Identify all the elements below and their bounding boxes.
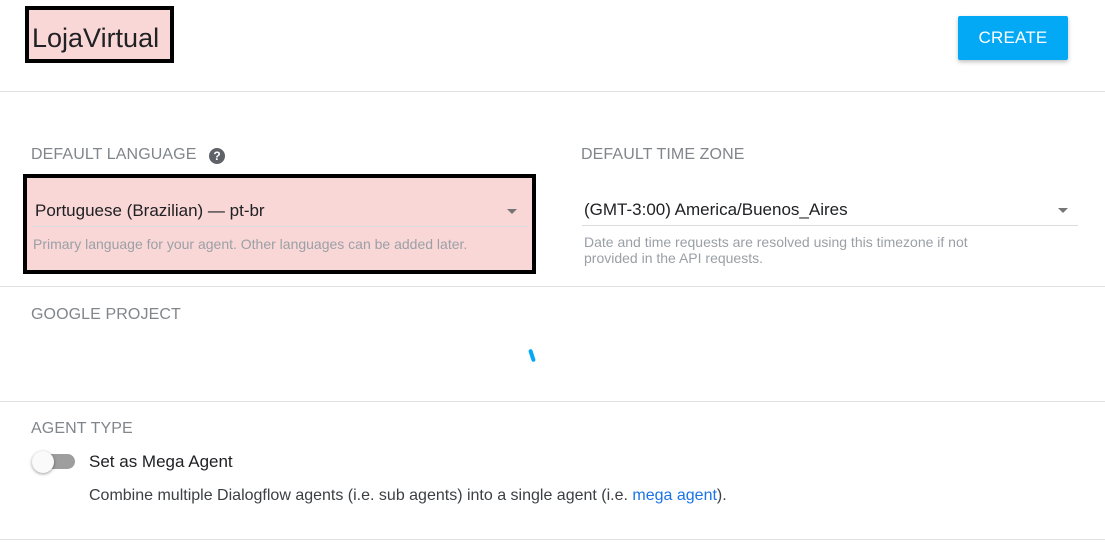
default-time-zone-hint-line1: Date and time requests are resolved usin… xyxy=(584,234,968,250)
description-prefix: Combine multiple Dialogflow agents (i.e.… xyxy=(89,487,633,504)
default-time-zone-label: DEFAULT TIME ZONE xyxy=(581,146,745,163)
google-project-label: GOOGLE PROJECT xyxy=(31,306,181,323)
default-time-zone-select[interactable]: (GMT-3:00) America/Buenos_Aires xyxy=(582,195,1078,226)
default-language-hint: Primary language for your agent. Other l… xyxy=(33,236,468,252)
mega-agent-link[interactable]: mega agent xyxy=(632,487,717,504)
default-time-zone-value: (GMT-3:00) America/Buenos_Aires xyxy=(584,200,848,219)
description-suffix: ). xyxy=(716,487,727,504)
divider xyxy=(0,539,1105,540)
mega-agent-description: Combine multiple Dialogflow agents (i.e.… xyxy=(89,487,727,505)
toggle-knob xyxy=(32,451,54,473)
mega-agent-toggle-label: Set as Mega Agent xyxy=(89,452,233,471)
agent-type-label: AGENT TYPE xyxy=(31,420,133,437)
create-button[interactable]: CREATE xyxy=(958,16,1068,60)
default-time-zone-hint-line2: provided in the API requests. xyxy=(584,250,763,266)
divider xyxy=(0,286,1105,287)
chevron-down-icon xyxy=(1058,208,1068,213)
mega-agent-toggle[interactable] xyxy=(32,451,76,473)
chevron-down-icon xyxy=(507,209,517,214)
agent-name-input[interactable]: LojaVirtual xyxy=(25,6,174,63)
divider xyxy=(0,401,1105,402)
default-language-label: DEFAULT LANGUAGE xyxy=(31,146,197,163)
default-language-field: Portuguese (Brazilian) — pt-br Primary l… xyxy=(23,174,536,274)
default-language-select[interactable]: Portuguese (Brazilian) — pt-br xyxy=(33,196,529,227)
question-circle-icon[interactable]: ? xyxy=(209,148,225,164)
loading-spinner-icon xyxy=(528,348,536,363)
default-language-value: Portuguese (Brazilian) — pt-br xyxy=(35,201,265,220)
page-header: LojaVirtual CREATE xyxy=(0,0,1105,92)
